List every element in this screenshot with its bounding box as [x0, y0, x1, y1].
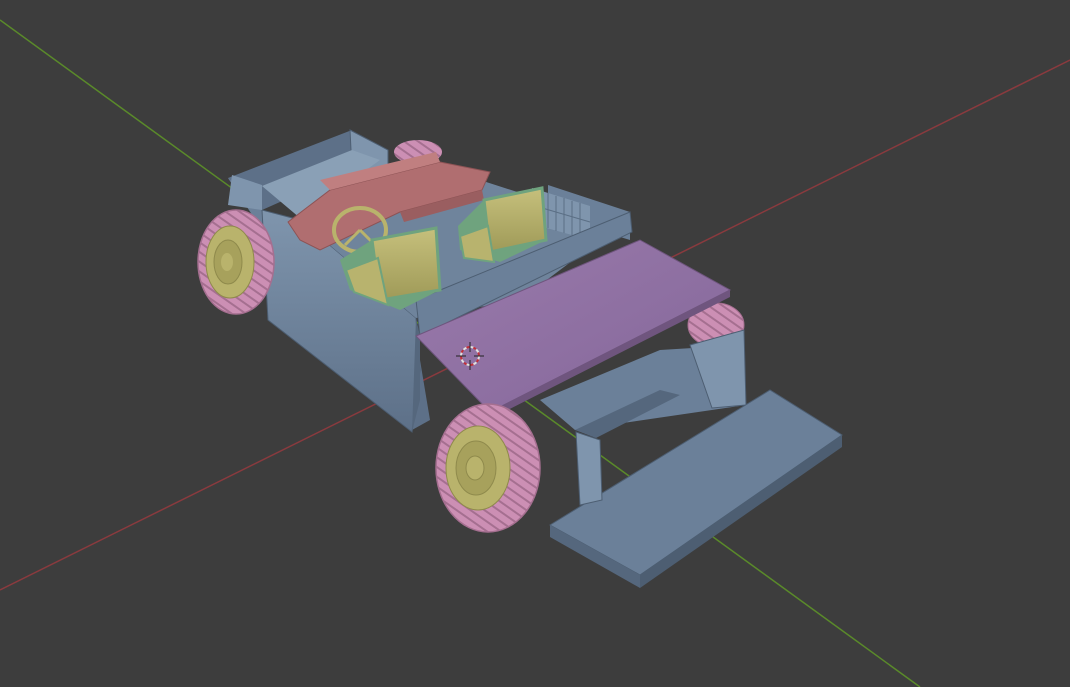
- 3d-viewport[interactable]: [0, 0, 1070, 687]
- car-chassis[interactable]: [197, 129, 843, 588]
- viewport-canvas[interactable]: [0, 0, 1070, 687]
- wheel-rear-left: [197, 209, 275, 315]
- wheel-front-left: [435, 403, 541, 533]
